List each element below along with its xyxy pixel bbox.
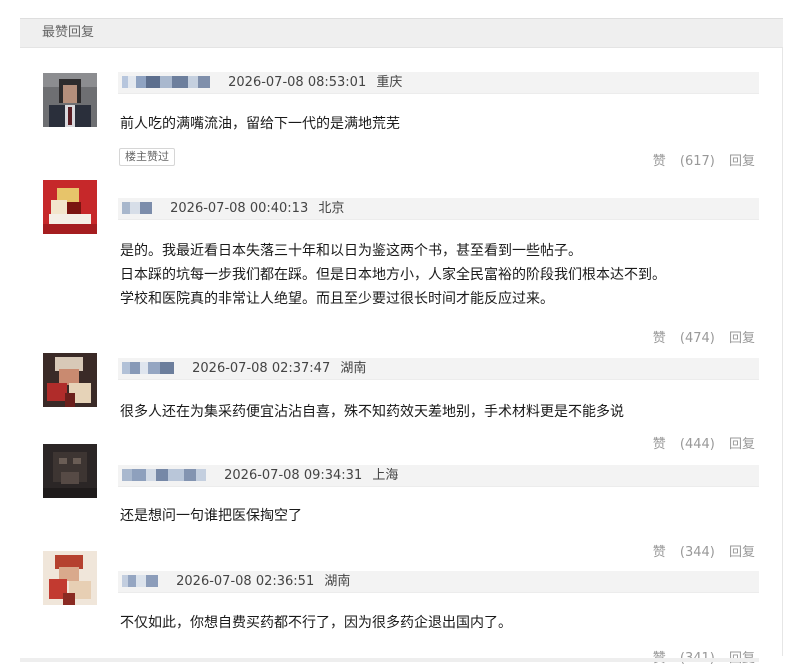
comment-text: 是的。我最近看日本失落三十年和以日为鉴这两个书，甚至看到一些帖子。 日本踩的坑每… <box>120 243 666 307</box>
op-liked-badge: 楼主赞过 <box>119 148 175 166</box>
comment-location: 上海 <box>372 468 399 483</box>
comment-actions: 赞 (474) 回复 <box>653 327 755 346</box>
comment-actions: 赞 (344) 回复 <box>653 541 755 560</box>
comment-text: 还是想问一句谁把医保掏空了 <box>120 508 302 524</box>
comment-time: 2026-07-08 09:34:31 <box>224 468 363 483</box>
like-button[interactable]: 赞 (444) <box>653 437 715 452</box>
comment-actions: 赞 (617) 回复 <box>653 150 755 169</box>
panel-bottom-border <box>20 658 759 662</box>
avatar[interactable] <box>43 353 97 407</box>
comment-location: 湖南 <box>340 361 367 376</box>
like-count: (474) <box>679 331 715 346</box>
reply-button[interactable]: 回复 <box>729 437 755 452</box>
like-count: (444) <box>679 437 715 452</box>
comment-meta: 2026-07-08 08:53:01 重庆 <box>118 72 759 94</box>
avatar[interactable] <box>43 444 97 498</box>
username-blurred[interactable] <box>122 468 206 481</box>
avatar[interactable] <box>43 73 97 127</box>
comment-location: 湖南 <box>324 574 351 589</box>
panel-border <box>782 48 783 656</box>
username-blurred[interactable] <box>122 574 158 587</box>
comment-actions: 赞 (341) 回复 <box>653 647 755 666</box>
like-button[interactable]: 赞 (617) <box>653 154 715 169</box>
like-button[interactable]: 赞 (344) <box>653 545 715 560</box>
username-blurred[interactable] <box>122 75 210 88</box>
comment-time: 2026-07-08 02:37:47 <box>192 361 331 376</box>
avatar[interactable] <box>43 180 97 234</box>
username-blurred[interactable] <box>122 361 174 374</box>
like-count: (617) <box>679 154 715 169</box>
comment-meta: 2026-07-08 00:40:13 北京 <box>118 198 759 220</box>
section-title: 最赞回复 <box>20 18 783 48</box>
reply-button[interactable]: 回复 <box>729 154 755 169</box>
comment-actions: 赞 (444) 回复 <box>653 433 755 452</box>
comment-meta: 2026-07-08 02:37:47 湖南 <box>118 358 759 380</box>
comment-time: 2026-07-08 08:53:01 <box>228 75 367 90</box>
reply-button[interactable]: 回复 <box>729 545 755 560</box>
comment-text: 很多人还在为集采药便宜沾沾自喜，殊不知药效天差地别，手术材料更是不能多说 <box>120 404 624 420</box>
comment-meta: 2026-07-08 09:34:31 上海 <box>118 465 759 487</box>
comment-meta: 2026-07-08 02:36:51 湖南 <box>118 571 759 593</box>
username-blurred[interactable] <box>122 201 152 214</box>
comment-time: 2026-07-08 02:36:51 <box>176 574 315 589</box>
like-button[interactable]: 赞 (474) <box>653 331 715 346</box>
reply-button[interactable]: 回复 <box>729 331 755 346</box>
avatar[interactable] <box>43 551 97 605</box>
comment-time: 2026-07-08 00:40:13 <box>170 201 309 216</box>
comment-location: 重庆 <box>376 75 403 90</box>
comment-text: 不仅如此，你想自费买药都不行了，因为很多药企退出国内了。 <box>120 615 512 631</box>
hot-replies-panel: 最赞回复 2026-07-08 08:53:01 重庆 前人吃的满嘴流油，留给下… <box>20 18 783 666</box>
comment-location: 北京 <box>318 201 345 216</box>
comment-text: 前人吃的满嘴流油，留给下一代的是满地荒芜 <box>120 116 400 132</box>
like-count: (344) <box>679 545 715 560</box>
